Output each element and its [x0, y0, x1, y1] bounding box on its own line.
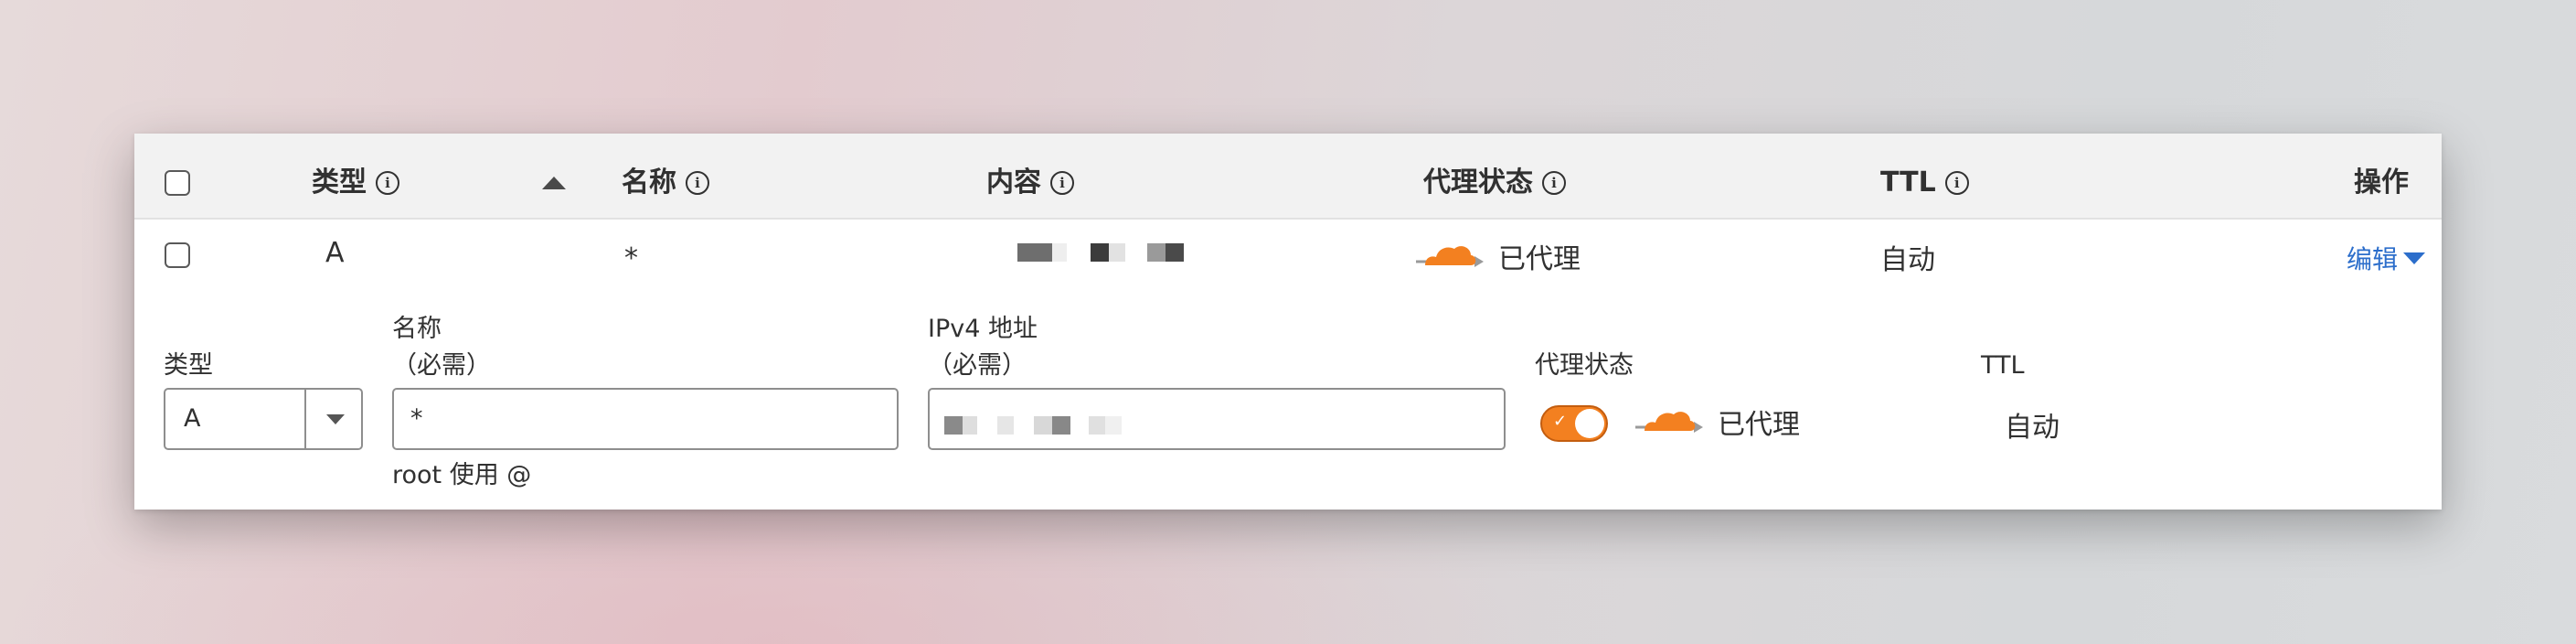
header-content[interactable]: 内容 i: [986, 146, 1074, 220]
caret-down-icon: [2403, 252, 2426, 264]
header-actions: 操作: [2354, 166, 2409, 199]
proxy-toggle[interactable]: ✓: [1540, 405, 1608, 442]
toggle-knob: [1575, 409, 1604, 438]
ipv4-input[interactable]: [928, 388, 1506, 450]
proxy-status-label: 代理状态: [1535, 351, 1634, 380]
type-label: 类型: [164, 351, 213, 380]
select-all-checkbox[interactable]: [165, 170, 190, 196]
row-type: A: [325, 237, 345, 269]
proxy-status-indicator: 已代理: [1635, 402, 1800, 442]
name-hint: root 使用 @: [392, 461, 532, 489]
row-checkbox[interactable]: [165, 242, 190, 268]
name-label: 名称: [392, 315, 442, 343]
row-proxy-status: 已代理: [1416, 236, 1581, 276]
header-name[interactable]: 名称 i: [622, 146, 709, 220]
checkmark-icon: ✓: [1553, 412, 1568, 431]
row-ttl: 自动: [1880, 244, 1935, 276]
type-select[interactable]: A: [164, 388, 363, 450]
info-icon[interactable]: i: [1050, 171, 1074, 195]
ipv4-label: IPv4 地址: [928, 315, 1038, 343]
row-name: *: [624, 242, 638, 274]
ttl-value[interactable]: 自动: [2005, 404, 2060, 445]
row-content-redacted: [1017, 242, 1184, 262]
info-icon[interactable]: i: [376, 171, 399, 195]
info-icon[interactable]: i: [1542, 171, 1566, 195]
edit-button[interactable]: 编辑: [2347, 240, 2426, 276]
cloud-proxied-icon: [1416, 246, 1484, 267]
ttl-label: TTL: [1981, 351, 2025, 380]
header-ttl[interactable]: TTL i: [1880, 146, 1969, 220]
ipv4-required-note: （必需）: [928, 351, 1027, 380]
table-header: 类型 i 名称 i 内容 i 代理状态 i TTL i 操作: [134, 146, 2442, 220]
header-type[interactable]: 类型 i: [312, 146, 399, 220]
sort-ascending-icon[interactable]: [542, 177, 566, 189]
caret-down-icon[interactable]: [326, 414, 345, 424]
cloud-proxied-icon: [1635, 412, 1703, 433]
info-icon[interactable]: i: [1944, 171, 1969, 195]
header-proxy-status[interactable]: 代理状态 i: [1423, 146, 1566, 220]
ipv4-value-redacted: [944, 410, 1122, 438]
info-icon[interactable]: i: [686, 171, 709, 195]
name-input[interactable]: *: [392, 388, 899, 450]
dns-record-panel: 类型 i 名称 i 内容 i 代理状态 i TTL i 操作 A * 已代理 自…: [134, 134, 2442, 510]
select-divider: [304, 390, 306, 448]
name-required-note: （必需）: [392, 351, 491, 380]
